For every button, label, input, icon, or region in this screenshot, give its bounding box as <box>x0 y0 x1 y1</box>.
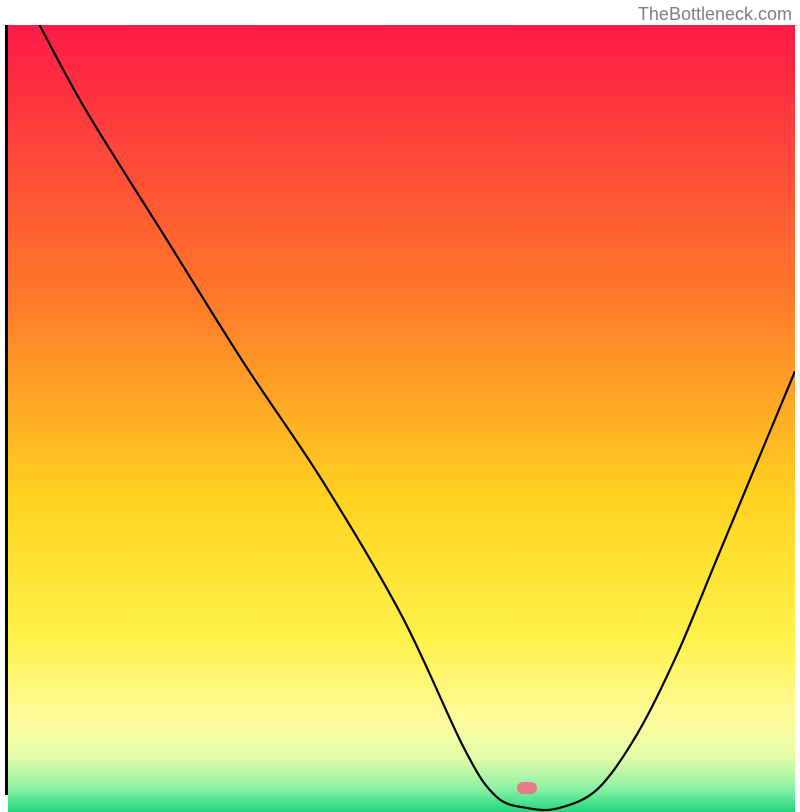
chart-area <box>5 25 795 795</box>
watermark-text: TheBottleneck.com <box>638 4 792 25</box>
optimal-point-marker <box>517 782 537 794</box>
bottleneck-curve <box>8 25 795 812</box>
